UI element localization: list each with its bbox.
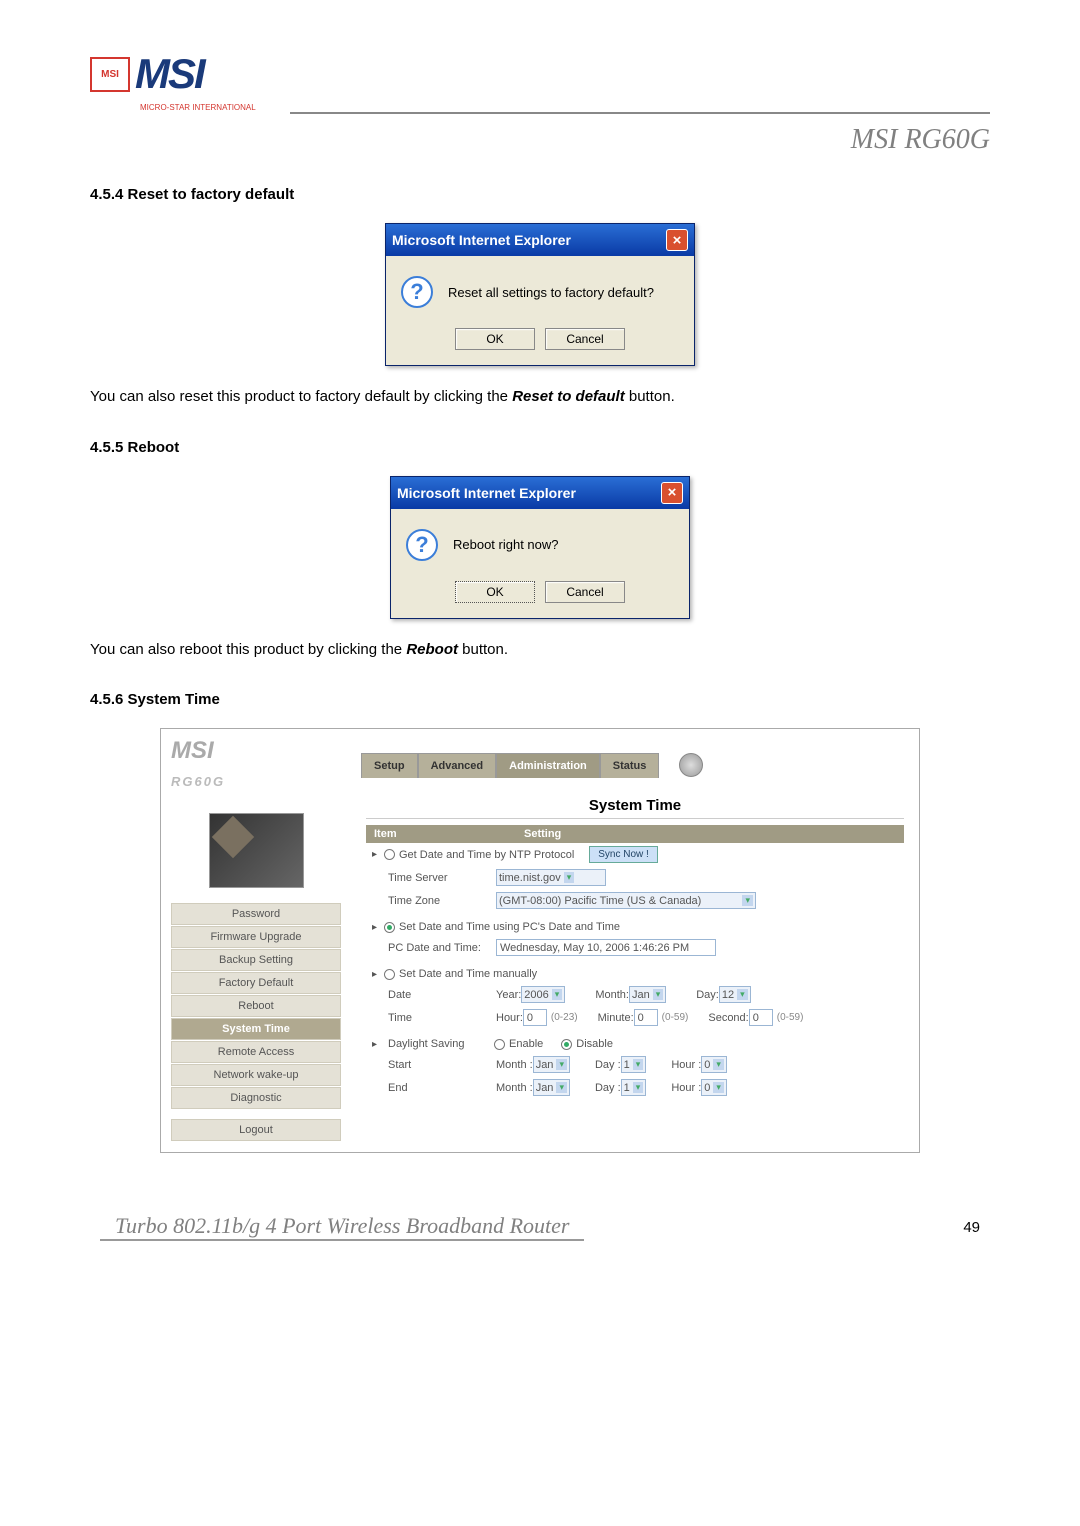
ntp-label: Get Date and Time by NTP Protocol (399, 849, 574, 861)
day-label: Day: (696, 989, 719, 1001)
admin-logo: MSI RG60G (171, 737, 361, 793)
second-input[interactable] (749, 1009, 773, 1026)
tab-advanced[interactable]: Advanced (418, 753, 497, 778)
msi-logo-subtext: MICRO-STAR INTERNATIONAL (140, 103, 990, 112)
ok-button[interactable]: OK (455, 581, 535, 603)
hour-hint: (0-23) (551, 1012, 578, 1023)
header-divider (290, 112, 990, 114)
msi-logo-icon: MSI (90, 57, 130, 92)
end-label: End (366, 1082, 496, 1094)
tab-setup[interactable]: Setup (361, 753, 418, 778)
pc-datetime-label: PC Date and Time: (366, 942, 496, 954)
end-month-label: Month : (496, 1082, 533, 1094)
timezone-label: Time Zone (366, 895, 496, 907)
minute-input[interactable] (634, 1009, 658, 1026)
daylight-label: Daylight Saving (384, 1038, 494, 1050)
question-icon: ? (406, 529, 438, 561)
question-icon: ? (401, 276, 433, 308)
start-hour-select[interactable]: 0 (701, 1056, 727, 1073)
timeserver-label: Time Server (366, 872, 496, 884)
msi-logo-text: MSI (135, 50, 204, 98)
tab-administration[interactable]: Administration (496, 753, 600, 778)
pc-time-label: Set Date and Time using PC's Date and Ti… (399, 921, 620, 933)
panel-title: System Time (366, 793, 904, 819)
date-label: Date (366, 989, 496, 1001)
disable-label: Disable (576, 1038, 613, 1050)
second-label: Second: (708, 1012, 748, 1024)
globe-icon[interactable] (679, 753, 703, 777)
sidebar-item-logout[interactable]: Logout (171, 1119, 341, 1141)
product-name: MSI RG60G (90, 124, 990, 156)
reset-dialog: Microsoft Internet Explorer × ? Reset al… (385, 223, 695, 366)
end-month-select[interactable]: Jan (533, 1079, 570, 1096)
hour-input[interactable] (523, 1009, 547, 1026)
reboot-dialog: Microsoft Internet Explorer × ? Reboot r… (390, 476, 690, 619)
sidebar-item-factory-default[interactable]: Factory Default (171, 972, 341, 994)
cancel-button[interactable]: Cancel (545, 328, 625, 350)
col-header-item: Item (366, 825, 516, 843)
sidebar-item-network-wakeup[interactable]: Network wake-up (171, 1064, 341, 1086)
reset-description: You can also reset this product to facto… (90, 386, 990, 409)
reboot-dialog-title: Microsoft Internet Explorer (397, 485, 576, 501)
month-label: Month: (595, 989, 629, 1001)
year-label: Year: (496, 989, 521, 1001)
enable-label: Enable (509, 1038, 543, 1050)
col-header-setting: Setting (516, 825, 904, 843)
end-hour-select[interactable]: 0 (701, 1079, 727, 1096)
section-456-title: 4.5.6 System Time (90, 691, 990, 708)
footer-title: Turbo 802.11b/g 4 Port Wireless Broadban… (100, 1213, 584, 1241)
timeserver-select[interactable]: time.nist.gov (496, 869, 606, 886)
start-label: Start (366, 1059, 496, 1071)
sidebar: Password Firmware Upgrade Backup Setting… (161, 793, 361, 1152)
content-area: System Time Item Setting Get Date and Ti… (361, 793, 919, 1152)
sidebar-item-remote-access[interactable]: Remote Access (171, 1041, 341, 1063)
cancel-button[interactable]: Cancel (545, 581, 625, 603)
close-icon[interactable]: × (661, 482, 683, 504)
sidebar-image (209, 813, 304, 888)
tab-status[interactable]: Status (600, 753, 660, 778)
enable-radio[interactable] (494, 1039, 505, 1050)
ntp-radio[interactable] (384, 849, 395, 860)
disable-radio[interactable] (561, 1039, 572, 1050)
second-hint: (0-59) (777, 1012, 804, 1023)
reset-dialog-title: Microsoft Internet Explorer (392, 232, 571, 248)
start-month-label: Month : (496, 1059, 533, 1071)
close-icon[interactable]: × (666, 229, 688, 251)
timezone-select[interactable]: (GMT-08:00) Pacific Time (US & Canada) (496, 892, 756, 909)
reboot-description: You can also reboot this product by clic… (90, 639, 990, 662)
ok-button[interactable]: OK (455, 328, 535, 350)
end-day-select[interactable]: 1 (621, 1079, 647, 1096)
section-454-title: 4.5.4 Reset to factory default (90, 186, 990, 203)
admin-panel: MSI RG60G Setup Advanced Administration … (160, 728, 920, 1153)
start-day-label: Day : (595, 1059, 621, 1071)
sidebar-item-firmware[interactable]: Firmware Upgrade (171, 926, 341, 948)
sidebar-item-system-time[interactable]: System Time (171, 1018, 341, 1040)
reboot-dialog-message: Reboot right now? (453, 537, 559, 552)
msi-logo-block: MSI MSI MICRO-STAR INTERNATIONAL (90, 50, 990, 112)
day-select[interactable]: 12 (719, 986, 751, 1003)
start-hour-label: Hour : (671, 1059, 701, 1071)
minute-label: Minute: (598, 1012, 634, 1024)
end-day-label: Day : (595, 1082, 621, 1094)
section-455-title: 4.5.5 Reboot (90, 439, 990, 456)
sidebar-item-backup[interactable]: Backup Setting (171, 949, 341, 971)
minute-hint: (0-59) (662, 1012, 689, 1023)
reset-dialog-message: Reset all settings to factory default? (448, 285, 654, 300)
manual-radio[interactable] (384, 969, 395, 980)
sidebar-item-password[interactable]: Password (171, 903, 341, 925)
sync-now-button[interactable]: Sync Now ! (589, 846, 658, 863)
year-select[interactable]: 2006 (521, 986, 565, 1003)
month-select[interactable]: Jan (629, 986, 666, 1003)
pc-time-radio[interactable] (384, 922, 395, 933)
sidebar-item-diagnostic[interactable]: Diagnostic (171, 1087, 341, 1109)
hour-label: Hour: (496, 1012, 523, 1024)
start-month-select[interactable]: Jan (533, 1056, 570, 1073)
manual-label: Set Date and Time manually (399, 968, 537, 980)
page-number: 49 (963, 1219, 980, 1236)
time-label: Time (366, 1012, 496, 1024)
pc-datetime-value (496, 939, 716, 956)
end-hour-label: Hour : (671, 1082, 701, 1094)
sidebar-item-reboot[interactable]: Reboot (171, 995, 341, 1017)
start-day-select[interactable]: 1 (621, 1056, 647, 1073)
